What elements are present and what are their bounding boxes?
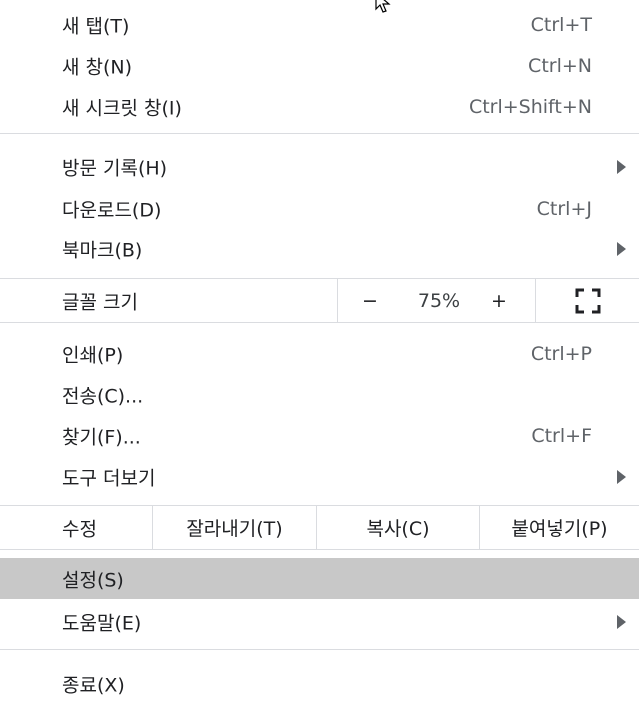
new-window-label: 새 창(N)	[62, 56, 133, 78]
copy-label: 복사(C)	[366, 518, 430, 540]
print-shortcut: Ctrl+P	[530, 342, 592, 365]
browser-menu: 새 탭(T) Ctrl+T 새 창(N) Ctrl+N 새 시크릿 창(I) C…	[0, 0, 639, 698]
menu-item-help[interactable]: 도움말(E)	[0, 601, 639, 642]
settings-label: 설정(S)	[62, 569, 124, 591]
new-incognito-label: 새 시크릿 창(I)	[62, 97, 182, 119]
find-shortcut: Ctrl+F	[531, 424, 592, 447]
print-label: 인쇄(P)	[62, 344, 124, 366]
mouse-cursor-icon	[375, 0, 391, 13]
more-tools-label: 도구 더보기	[62, 467, 156, 489]
menu-item-new-tab[interactable]: 새 탭(T) Ctrl+T	[0, 4, 639, 45]
fullscreen-button[interactable]	[536, 279, 639, 322]
menu-item-bookmarks[interactable]: 북마크(B)	[0, 228, 639, 269]
zoom-out-button[interactable]: −	[345, 279, 395, 322]
new-tab-label: 새 탭(T)	[62, 15, 130, 37]
downloads-shortcut: Ctrl+J	[536, 197, 592, 220]
separator	[0, 549, 639, 550]
separator	[0, 649, 639, 650]
history-label: 방문 기록(H)	[62, 157, 168, 179]
menu-item-settings[interactable]: 설정(S)	[0, 558, 639, 599]
new-tab-shortcut: Ctrl+T	[530, 13, 592, 36]
zoom-in-button[interactable]: +	[474, 279, 524, 322]
menu-item-history[interactable]: 방문 기록(H)	[0, 146, 639, 187]
paste-button[interactable]: 붙여넣기(P)	[480, 506, 639, 549]
zoom-row: 글꼴 크기 − 75% +	[0, 279, 639, 322]
edit-row: 수정 잘라내기(T) 복사(C) 붙여넣기(P)	[0, 506, 639, 549]
fullscreen-icon	[575, 288, 600, 313]
menu-item-find[interactable]: 찾기(F)... Ctrl+F	[0, 415, 639, 456]
submenu-arrow-icon	[617, 159, 626, 174]
separator	[0, 133, 639, 134]
zoom-label: 글꼴 크기	[62, 291, 138, 313]
menu-item-new-window[interactable]: 새 창(N) Ctrl+N	[0, 45, 639, 86]
divider	[337, 279, 338, 322]
menu-item-print[interactable]: 인쇄(P) Ctrl+P	[0, 333, 639, 374]
cut-button[interactable]: 잘라내기(T)	[153, 506, 316, 549]
bookmarks-label: 북마크(B)	[62, 239, 143, 261]
new-incognito-shortcut: Ctrl+Shift+N	[468, 95, 592, 118]
cast-label: 전송(C)...	[62, 385, 144, 407]
menu-item-downloads[interactable]: 다운로드(D) Ctrl+J	[0, 188, 639, 229]
submenu-arrow-icon	[617, 241, 626, 256]
help-label: 도움말(E)	[62, 612, 142, 634]
submenu-arrow-icon	[617, 469, 626, 484]
zoom-out-label: −	[362, 289, 378, 312]
edit-label: 수정	[62, 518, 97, 541]
menu-item-new-incognito[interactable]: 새 시크릿 창(I) Ctrl+Shift+N	[0, 86, 639, 127]
menu-item-cast[interactable]: 전송(C)...	[0, 374, 639, 415]
cut-label: 잘라내기(T)	[186, 518, 283, 540]
menu-item-more-tools[interactable]: 도구 더보기	[0, 456, 639, 497]
paste-label: 붙여넣기(P)	[511, 518, 608, 540]
new-window-shortcut: Ctrl+N	[528, 54, 592, 77]
zoom-in-label: +	[491, 289, 507, 312]
downloads-label: 다운로드(D)	[62, 199, 162, 221]
zoom-value: 75%	[417, 289, 461, 312]
exit-label: 종료(X)	[62, 674, 125, 696]
separator	[0, 322, 639, 323]
copy-button[interactable]: 복사(C)	[317, 506, 479, 549]
find-label: 찾기(F)...	[62, 426, 141, 448]
submenu-arrow-icon	[617, 614, 626, 629]
